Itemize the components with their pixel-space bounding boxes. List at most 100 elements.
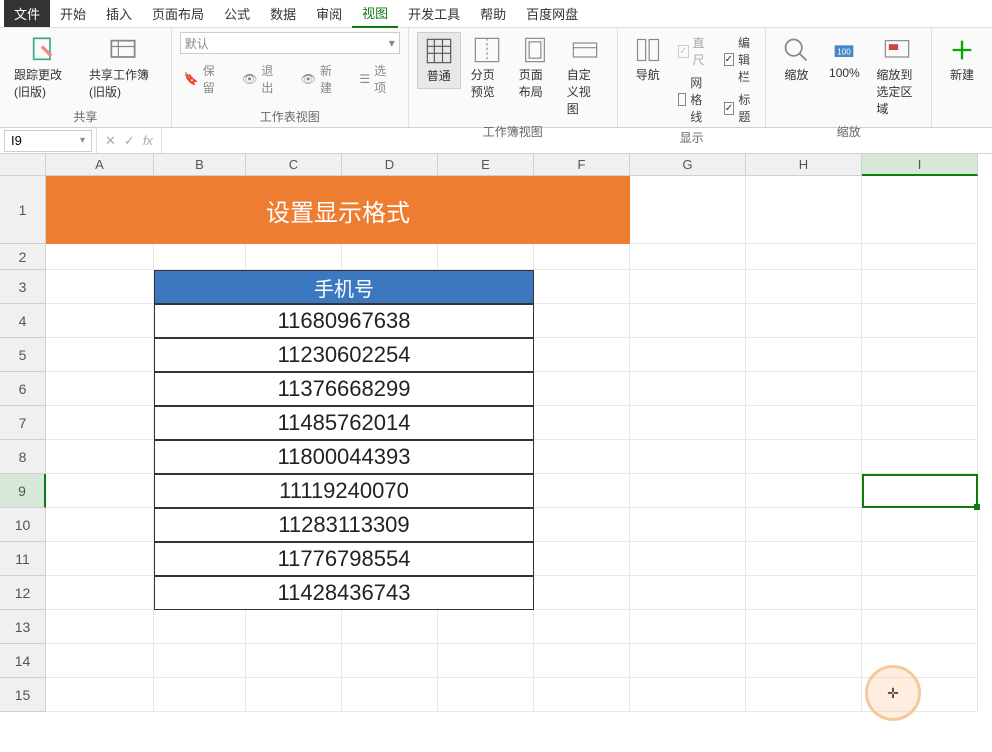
cell[interactable] <box>534 508 630 542</box>
cell[interactable] <box>862 576 978 610</box>
cell[interactable] <box>746 338 862 372</box>
cells-grid[interactable]: 设置显示格式手机号1168096763811230602254113766682… <box>46 176 992 712</box>
menu-公式[interactable]: 公式 <box>214 0 260 27</box>
cell[interactable] <box>746 474 862 508</box>
cell[interactable] <box>630 542 746 576</box>
cell[interactable] <box>534 440 630 474</box>
cell[interactable] <box>46 474 154 508</box>
cell[interactable] <box>746 304 862 338</box>
cell[interactable] <box>746 576 862 610</box>
track-changes-button[interactable]: 跟踪更改(旧版) <box>8 32 79 104</box>
col-header-D[interactable]: D <box>342 154 438 176</box>
cell[interactable] <box>246 678 342 712</box>
cell[interactable] <box>534 270 630 304</box>
cell[interactable] <box>862 508 978 542</box>
cell[interactable] <box>630 244 746 270</box>
confirm-icon[interactable]: ✓ <box>124 133 135 149</box>
cell[interactable] <box>746 610 862 644</box>
page-break-button[interactable]: 分页预览 <box>465 32 509 104</box>
col-header-F[interactable]: F <box>534 154 630 176</box>
col-header-C[interactable]: C <box>246 154 342 176</box>
col-header-G[interactable]: G <box>630 154 746 176</box>
cell[interactable] <box>630 304 746 338</box>
cell[interactable] <box>630 176 746 244</box>
share-workbook-button[interactable]: 共享工作簿(旧版) <box>83 32 163 104</box>
cell[interactable] <box>862 406 978 440</box>
cell[interactable] <box>862 542 978 576</box>
cell[interactable] <box>246 244 342 270</box>
new-window-button[interactable]: 新建 <box>940 32 984 87</box>
cell[interactable] <box>46 304 154 338</box>
cell[interactable] <box>862 644 978 678</box>
cell[interactable] <box>438 244 534 270</box>
cell[interactable] <box>534 610 630 644</box>
fx-icon[interactable]: fx <box>143 133 153 148</box>
row-header-10[interactable]: 10 <box>0 508 46 542</box>
cell[interactable] <box>342 610 438 644</box>
cell[interactable] <box>746 644 862 678</box>
cell[interactable] <box>534 372 630 406</box>
cell[interactable] <box>630 644 746 678</box>
cell[interactable] <box>534 576 630 610</box>
menu-视图[interactable]: 视图 <box>352 0 398 28</box>
cell[interactable] <box>154 644 246 678</box>
cell[interactable] <box>746 508 862 542</box>
cell[interactable] <box>246 610 342 644</box>
cell[interactable] <box>862 440 978 474</box>
cell[interactable] <box>438 610 534 644</box>
nav-button[interactable]: 导航 <box>626 32 670 87</box>
menu-数据[interactable]: 数据 <box>260 0 306 27</box>
cell[interactable] <box>630 508 746 542</box>
cell[interactable] <box>534 542 630 576</box>
cell[interactable] <box>46 508 154 542</box>
phone-cell[interactable]: 11376668299 <box>154 372 534 406</box>
phone-cell[interactable]: 11776798554 <box>154 542 534 576</box>
cell[interactable] <box>46 610 154 644</box>
cell[interactable] <box>862 304 978 338</box>
cell[interactable] <box>746 542 862 576</box>
cell[interactable] <box>862 270 978 304</box>
phone-cell[interactable]: 11485762014 <box>154 406 534 440</box>
cell[interactable] <box>630 610 746 644</box>
menu-审阅[interactable]: 审阅 <box>306 0 352 27</box>
menu-文件[interactable]: 文件 <box>4 0 50 27</box>
cell[interactable] <box>342 244 438 270</box>
row-header-9[interactable]: 9 <box>0 474 46 508</box>
zoom-button[interactable]: 缩放 <box>774 32 818 87</box>
cell[interactable] <box>630 270 746 304</box>
row-header-3[interactable]: 3 <box>0 270 46 304</box>
cell[interactable] <box>438 678 534 712</box>
cell[interactable] <box>46 338 154 372</box>
table-header[interactable]: 手机号 <box>154 270 534 304</box>
zoom-selection-button[interactable]: 缩放到选定区域 <box>870 32 923 121</box>
cell[interactable] <box>630 474 746 508</box>
cell[interactable] <box>862 176 978 244</box>
normal-view-button[interactable]: 普通 <box>417 32 461 89</box>
menu-页面布局[interactable]: 页面布局 <box>142 0 214 27</box>
menu-百度网盘[interactable]: 百度网盘 <box>516 0 588 27</box>
row-header-2[interactable]: 2 <box>0 244 46 270</box>
cell[interactable] <box>862 338 978 372</box>
menu-开始[interactable]: 开始 <box>50 0 96 27</box>
cell[interactable] <box>746 440 862 474</box>
new-view-button[interactable]: 👁新建 <box>297 60 346 98</box>
cell[interactable] <box>154 244 246 270</box>
row-header-7[interactable]: 7 <box>0 406 46 440</box>
cell[interactable] <box>862 372 978 406</box>
cancel-icon[interactable]: ✕ <box>105 133 116 149</box>
cell[interactable] <box>534 678 630 712</box>
cell[interactable] <box>746 406 862 440</box>
cell[interactable] <box>534 338 630 372</box>
cell[interactable] <box>246 644 342 678</box>
col-header-H[interactable]: H <box>746 154 862 176</box>
cell[interactable] <box>154 610 246 644</box>
cell[interactable] <box>46 678 154 712</box>
cell[interactable] <box>630 678 746 712</box>
cell[interactable] <box>630 372 746 406</box>
cell[interactable] <box>630 406 746 440</box>
page-layout-button[interactable]: 页面布局 <box>513 32 557 104</box>
cell[interactable] <box>746 176 862 244</box>
exit-button[interactable]: 👁退出 <box>238 60 287 98</box>
menu-帮助[interactable]: 帮助 <box>470 0 516 27</box>
keep-button[interactable]: 🔖保留 <box>180 60 228 98</box>
